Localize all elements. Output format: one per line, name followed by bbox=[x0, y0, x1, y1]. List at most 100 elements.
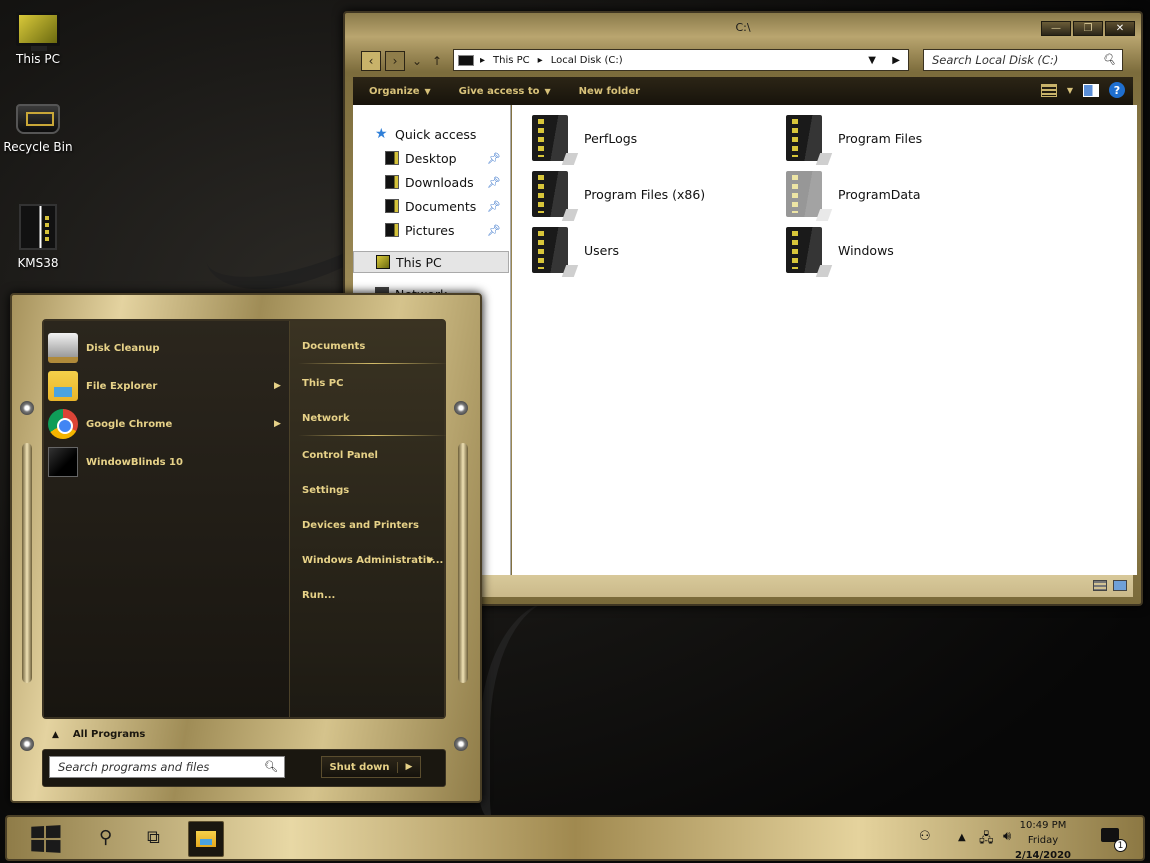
desktop-icon-recycle-bin[interactable]: Recycle Bin bbox=[0, 104, 76, 154]
disk-cleanup-icon bbox=[48, 333, 78, 363]
change-view-icon[interactable] bbox=[1040, 83, 1057, 97]
shutdown-label: Shut down bbox=[322, 761, 398, 773]
details-view-icon[interactable] bbox=[1093, 580, 1107, 591]
submenu-arrow-icon[interactable]: ▶ bbox=[427, 555, 434, 565]
pin-icon: 📌︎ bbox=[487, 223, 501, 237]
all-programs-button[interactable]: ▲ All Programs bbox=[52, 729, 145, 740]
back-button[interactable]: ‹ bbox=[361, 51, 381, 71]
nav-label: Desktop bbox=[405, 150, 457, 166]
nav-quick-access[interactable]: ★ Quick access bbox=[375, 123, 476, 145]
taskbar-file-explorer[interactable] bbox=[188, 821, 224, 857]
preview-pane-icon[interactable] bbox=[1083, 83, 1099, 97]
program-disk-cleanup[interactable]: Disk Cleanup bbox=[48, 333, 160, 363]
folder-icon bbox=[532, 115, 568, 161]
start-menu: Disk Cleanup File Explorer ▶ Google Chro… bbox=[10, 293, 482, 803]
monitor-icon bbox=[16, 12, 60, 51]
recent-locations-button[interactable]: ⌄ bbox=[407, 51, 427, 71]
monitor-icon bbox=[376, 255, 390, 269]
file-explorer-icon bbox=[48, 371, 78, 401]
start-button[interactable] bbox=[27, 822, 63, 856]
folder-icon bbox=[385, 151, 399, 165]
breadcrumb-local-disk[interactable]: Local Disk (C:) bbox=[551, 55, 623, 66]
search-icon[interactable]: ⚲ bbox=[99, 827, 112, 848]
nav-item-documents[interactable]: Documents 📌︎ bbox=[385, 195, 503, 217]
address-dropdown-icon[interactable]: ▼ bbox=[868, 55, 876, 66]
program-file-explorer[interactable]: File Explorer ▶ bbox=[48, 371, 281, 401]
nav-label: Documents bbox=[405, 198, 477, 214]
folder-item[interactable]: ProgramData bbox=[786, 171, 921, 217]
task-view-icon[interactable]: ⧉ bbox=[147, 827, 160, 848]
forward-button[interactable]: › bbox=[385, 51, 405, 71]
window-controls: — ❐ ✕ bbox=[1041, 21, 1135, 36]
up-button[interactable]: ↑ bbox=[427, 51, 447, 71]
shutdown-button[interactable]: Shut down ▶ bbox=[321, 756, 421, 778]
chevron-down-icon: ▼ bbox=[424, 86, 431, 96]
folder-item[interactable]: Program Files (x86) bbox=[532, 171, 705, 217]
program-google-chrome[interactable]: Google Chrome ▶ bbox=[48, 409, 281, 439]
separator bbox=[298, 435, 448, 436]
desktop-icon-kms38[interactable]: KMS38 bbox=[0, 204, 76, 270]
link-windows-admin-tools[interactable]: Windows Administrativ... bbox=[302, 555, 443, 566]
link-network[interactable]: Network bbox=[302, 413, 350, 424]
windows-logo-icon bbox=[31, 825, 61, 853]
search-icon[interactable]: 🔍︎ bbox=[264, 760, 278, 773]
nav-item-desktop[interactable]: Desktop 📌︎ bbox=[385, 147, 503, 169]
link-control-panel[interactable]: Control Panel bbox=[302, 450, 378, 461]
organize-button[interactable]: Organize ▼ bbox=[369, 86, 431, 97]
large-icons-view-icon[interactable] bbox=[1113, 580, 1127, 591]
start-menu-panel: Disk Cleanup File Explorer ▶ Google Chro… bbox=[42, 319, 448, 719]
shutdown-options-icon[interactable]: ▶ bbox=[398, 762, 420, 772]
nav-item-downloads[interactable]: Downloads 📌︎ bbox=[385, 171, 503, 193]
link-run[interactable]: Run... bbox=[302, 590, 335, 601]
breadcrumb-this-pc[interactable]: This PC bbox=[493, 55, 530, 66]
people-icon[interactable]: ⚇ bbox=[919, 829, 931, 844]
new-folder-button[interactable]: New folder bbox=[579, 86, 640, 97]
nav-label: Quick access bbox=[395, 126, 477, 142]
program-label: Google Chrome bbox=[86, 418, 173, 430]
link-this-pc[interactable]: This PC bbox=[302, 378, 343, 389]
star-icon: ★ bbox=[375, 126, 388, 142]
submenu-arrow-icon[interactable]: ▶ bbox=[274, 419, 281, 429]
network-icon[interactable]: 🖧︎ bbox=[979, 829, 994, 851]
link-settings[interactable]: Settings bbox=[302, 485, 349, 496]
pin-icon: 📌︎ bbox=[487, 151, 501, 165]
nav-item-this-pc[interactable]: This PC bbox=[353, 251, 509, 273]
link-devices-printers[interactable]: Devices and Printers bbox=[302, 520, 419, 531]
folder-item[interactable]: Program Files bbox=[786, 115, 922, 161]
start-links: Documents This PC Network Control Panel … bbox=[290, 321, 448, 717]
folder-item[interactable]: Windows bbox=[786, 227, 894, 273]
action-center-button[interactable]: 1 bbox=[1101, 828, 1127, 852]
window-title: C:\ bbox=[735, 21, 751, 34]
chevron-down-icon[interactable]: ▼ bbox=[1067, 86, 1073, 95]
start-search-input[interactable]: Search programs and files 🔍︎ bbox=[49, 756, 285, 778]
clock-date: 2/14/2020 bbox=[1014, 850, 1071, 861]
maximize-button[interactable]: ❐ bbox=[1073, 21, 1103, 36]
address-bar[interactable]: ▸ This PC ▸ Local Disk (C:) ▼ ▶ bbox=[453, 49, 909, 71]
nav-item-pictures[interactable]: Pictures 📌︎ bbox=[385, 219, 503, 241]
folder-item[interactable]: PerfLogs bbox=[532, 115, 637, 161]
program-windowblinds[interactable]: WindowBlinds 10 bbox=[48, 447, 183, 477]
folder-name: PerfLogs bbox=[584, 130, 638, 146]
help-icon[interactable]: ? bbox=[1109, 82, 1125, 98]
submenu-arrow-icon[interactable]: ▶ bbox=[274, 381, 281, 391]
give-access-button[interactable]: Give access to ▼ bbox=[459, 86, 551, 97]
search-placeholder: Search Local Disk (C:) bbox=[932, 53, 1059, 67]
kms-icon bbox=[19, 204, 57, 250]
file-explorer-icon bbox=[196, 831, 216, 847]
up-arrow-icon: ▲ bbox=[52, 729, 59, 740]
folder-name: Program Files bbox=[838, 130, 923, 146]
search-icon[interactable]: 🔍︎ bbox=[1102, 53, 1116, 66]
clock-day: Friday bbox=[1027, 835, 1059, 846]
folder-item[interactable]: Users bbox=[532, 227, 619, 273]
close-button[interactable]: ✕ bbox=[1105, 21, 1135, 36]
search-input[interactable]: Search Local Disk (C:) 🔍︎ bbox=[923, 49, 1123, 71]
minimize-button[interactable]: — bbox=[1041, 21, 1071, 36]
address-go-icon[interactable]: ▶ bbox=[892, 55, 900, 66]
recycle-bin-icon bbox=[16, 104, 60, 134]
link-documents[interactable]: Documents bbox=[302, 341, 365, 352]
desktop-icon-this-pc[interactable]: This PC bbox=[0, 12, 76, 66]
show-hidden-icons-icon[interactable]: ▲ bbox=[958, 832, 966, 843]
clock[interactable]: 10:49 PM Friday 2/14/2020 bbox=[1007, 818, 1079, 863]
start-bottom-bar: Search programs and files 🔍︎ Shut down ▶ bbox=[42, 749, 446, 787]
search-placeholder: Search programs and files bbox=[58, 760, 210, 774]
